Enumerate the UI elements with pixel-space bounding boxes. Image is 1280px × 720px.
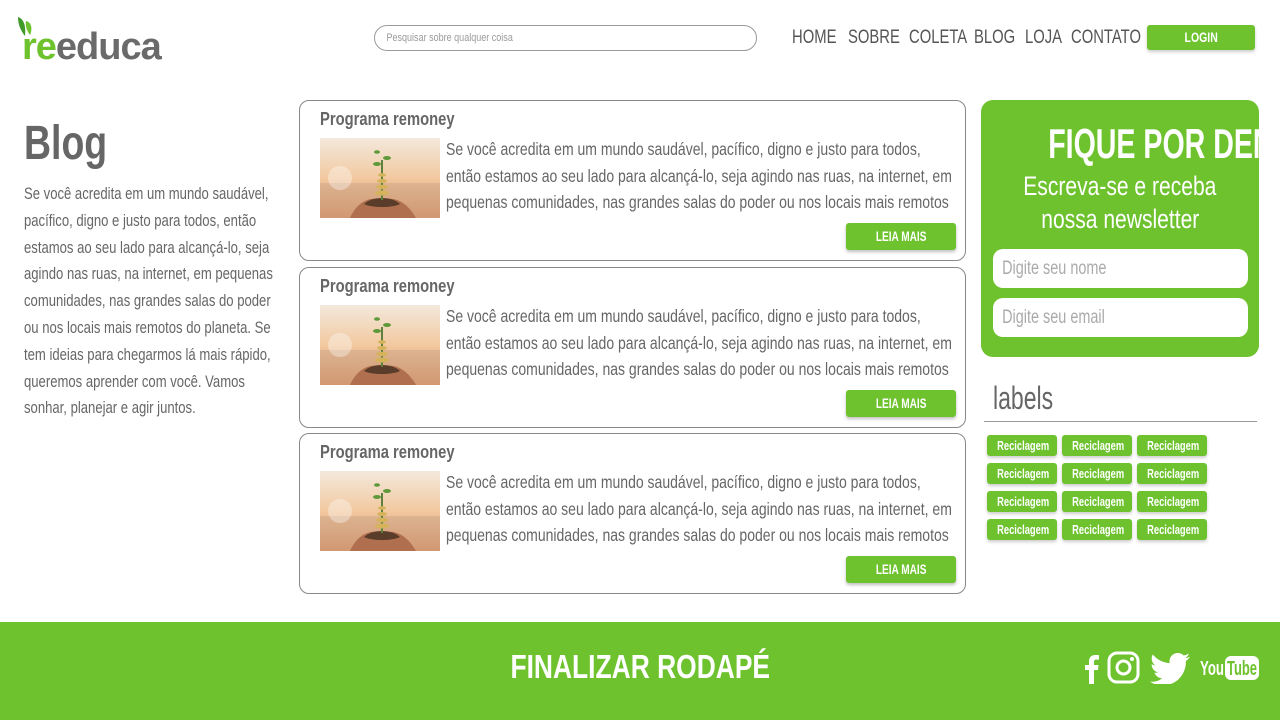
label-tag[interactable]: Reciclagem [1062,491,1132,512]
blog-post-card: Programa remoney Se você acredita em um m… [299,267,966,428]
label-tag[interactable]: Reciclagem [1137,435,1207,456]
facebook-icon[interactable] [1083,652,1099,684]
label-tag[interactable]: Reciclagem [1062,435,1132,456]
blog-description: Se você acredita em um mundo saudável, p… [24,184,273,418]
newsletter-subtitle: Escreva-se e receba nossa newsletter [1023,171,1217,234]
nav-loja[interactable]: LOJA [1025,27,1073,51]
youtube-icon[interactable]: You Tube [1200,655,1260,681]
post-title[interactable]: Programa remoney [320,109,455,130]
post-excerpt: Se você acredita em um mundo saudável, p… [446,472,952,546]
read-more-button[interactable]: LEIA MAIS [846,223,956,250]
email-field[interactable] [993,298,1248,337]
post-title[interactable]: Programa remoney [320,442,455,463]
login-button[interactable]: LOGIN [1147,25,1255,50]
label-tag[interactable]: Reciclagem [987,435,1057,456]
page-title: Blog [24,117,108,170]
read-more-button[interactable]: LEIA MAIS [846,390,956,417]
read-more-button[interactable]: LEIA MAIS [846,556,956,583]
nav-coleta[interactable]: COLETA [909,27,984,51]
label-tag[interactable]: Reciclagem [987,491,1057,512]
svg-text:You: You [1200,658,1224,680]
nav-blog[interactable]: BLOG [974,27,1027,51]
blog-post-card: Programa remoney Se você acredita em um m… [299,433,966,594]
post-excerpt: Se você acredita em um mundo saudável, p… [446,139,952,213]
name-input[interactable] [993,249,1245,288]
svg-text:Tube: Tube [1227,658,1257,680]
labels-title: labels [993,380,1054,416]
nav-home[interactable]: HOME [792,27,849,51]
post-title[interactable]: Programa remoney [320,276,455,297]
reeduca-logo[interactable]: reeduca [14,16,204,68]
newsletter-box: FIQUE POR DENTRO Escreva-se e receba nos… [981,100,1280,357]
search-bar[interactable] [374,25,757,51]
newsletter-title: FIQUE POR DENTRO [1048,120,1280,167]
instagram-icon[interactable] [1107,651,1140,684]
labels-divider [984,421,1257,422]
nav-sobre[interactable]: SOBRE [848,27,915,51]
label-tag[interactable]: Reciclagem [987,463,1057,484]
post-thumbnail[interactable] [320,305,440,385]
label-tag[interactable]: Reciclagem [987,519,1057,540]
twitter-icon[interactable] [1150,653,1190,684]
logo-wordmark: reeduca [22,26,162,68]
footer: FINALIZAR RODAPÉ You Tube [0,622,1280,720]
label-tag[interactable]: Reciclagem [1062,519,1132,540]
label-tag[interactable]: Reciclagem [1062,463,1132,484]
post-thumbnail[interactable] [320,471,440,551]
label-tag[interactable]: Reciclagem [1137,463,1207,484]
label-tag[interactable]: Reciclagem [1137,519,1207,540]
blog-post-card: Programa remoney Se você acredita em um m… [299,100,966,261]
post-excerpt: Se você acredita em um mundo saudável, p… [446,306,952,380]
post-thumbnail[interactable] [320,138,440,218]
label-tag[interactable]: Reciclagem [1137,491,1207,512]
search-input[interactable] [375,26,750,50]
name-field[interactable] [993,249,1248,288]
email-input[interactable] [993,298,1245,337]
